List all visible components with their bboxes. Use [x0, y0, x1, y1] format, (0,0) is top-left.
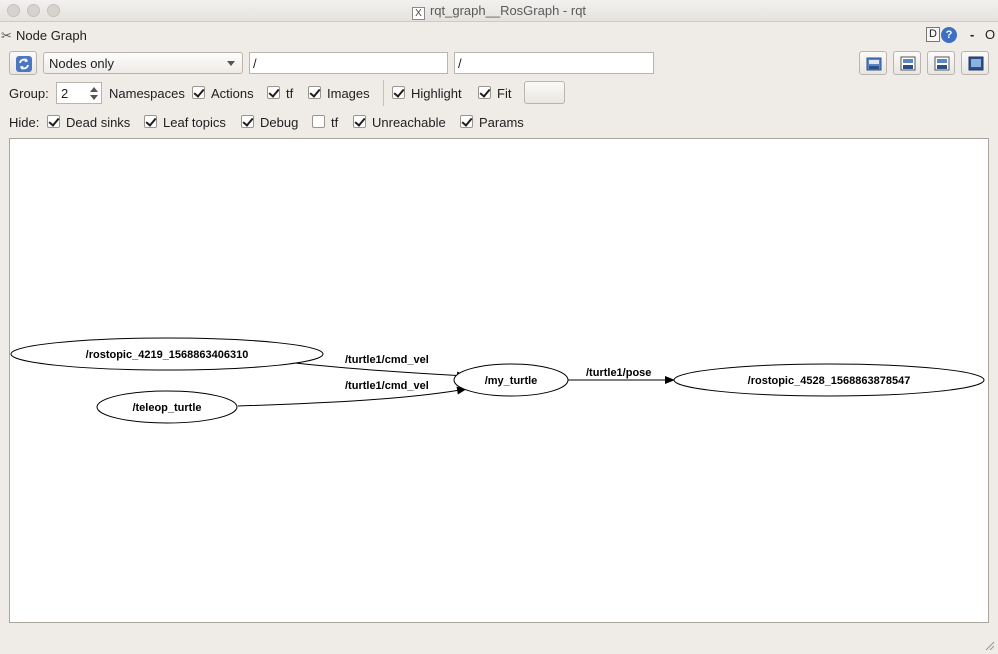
load-dot-button[interactable]: [859, 51, 887, 75]
highlight-label: Highlight: [411, 86, 462, 101]
include-filter-input[interactable]: /: [249, 52, 448, 74]
plugin-header: ✂ Node Graph D ? - O: [0, 25, 998, 45]
fit-checkbox[interactable]: [478, 86, 491, 99]
hide-label: Hide:: [9, 115, 40, 130]
dock-button[interactable]: D: [926, 27, 940, 42]
highlight-checkbox[interactable]: [392, 86, 405, 99]
group-label: Group:: [9, 86, 49, 101]
save-dot-button[interactable]: [893, 51, 921, 75]
namespaces-label: Namespaces: [109, 86, 185, 101]
node-label: /my_turtle: [485, 375, 538, 387]
image-icon: [968, 56, 984, 71]
window-titlebar: Xrqt_graph__RosGraph - rqt: [0, 0, 998, 22]
node-label: /rostopic_4219_1568863406310: [86, 349, 249, 361]
edge-label: /turtle1/pose: [586, 367, 651, 379]
group-spinbox[interactable]: 2: [56, 82, 102, 104]
save-image-button[interactable]: [961, 51, 989, 75]
node-label: /teleop_turtle: [132, 402, 201, 414]
images-checkbox[interactable]: [308, 86, 321, 99]
options-row: Group: Namespaces Actions tf Images High…: [0, 82, 998, 104]
spin-up-icon[interactable]: [90, 87, 98, 92]
actions-label: Actions: [211, 86, 254, 101]
hide-tf-label: tf: [331, 115, 339, 130]
minimize-plugin-button[interactable]: -: [970, 27, 974, 42]
params-label: Params: [479, 115, 524, 130]
exclude-filter-input[interactable]: /: [454, 52, 654, 74]
namespaces-checkbox[interactable]: [192, 86, 205, 99]
node-label: /rostopic_4528_1568863878547: [748, 375, 911, 387]
leaf-topics-checkbox[interactable]: [144, 115, 157, 128]
debug-checkbox[interactable]: [241, 115, 254, 128]
chevron-down-icon: [227, 61, 235, 66]
resize-grip-icon[interactable]: [983, 639, 995, 651]
graph-type-select[interactable]: Nodes only: [43, 52, 243, 74]
unreachable-label: Unreachable: [372, 115, 446, 130]
x11-icon: X: [411, 7, 425, 20]
hide-row: Hide: Dead sinks Leaf topics Debug tf Un…: [0, 111, 998, 133]
folder-icon: [866, 57, 882, 71]
params-checkbox[interactable]: [460, 115, 473, 128]
toolbar-separator: [383, 80, 384, 106]
save-svg-button[interactable]: [927, 51, 955, 75]
unreachable-checkbox[interactable]: [353, 115, 366, 128]
edge-label: /turtle1/cmd_vel: [345, 380, 429, 392]
spin-down-icon[interactable]: [90, 95, 98, 100]
refresh-button[interactable]: [9, 51, 37, 75]
images-label: Images: [327, 86, 370, 101]
edge-label: /turtle1/cmd_vel: [345, 354, 429, 366]
tf-checkbox[interactable]: [267, 86, 280, 99]
refresh-icon: [16, 56, 32, 72]
fit-in-view-button[interactable]: [524, 81, 565, 104]
help-button[interactable]: ?: [941, 27, 957, 43]
close-plugin-button[interactable]: O: [985, 27, 995, 42]
save-dot-icon: [900, 56, 916, 71]
hide-tf-checkbox[interactable]: [312, 115, 325, 128]
window-title: Xrqt_graph__RosGraph - rqt: [0, 3, 998, 20]
dead-sinks-checkbox[interactable]: [47, 115, 60, 128]
graph-svg: /turtle1/cmd_vel /turtle1/cmd_vel /turtl…: [10, 337, 985, 424]
debug-label: Debug: [260, 115, 299, 130]
tf-label: tf: [286, 86, 294, 101]
save-svg-icon: [934, 56, 950, 71]
tools-icon: ✂: [1, 28, 12, 43]
graph-canvas[interactable]: /turtle1/cmd_vel /turtle1/cmd_vel /turtl…: [9, 138, 989, 623]
leaf-topics-label: Leaf topics: [163, 115, 226, 130]
dead-sinks-label: Dead sinks: [66, 115, 131, 130]
plugin-title: Node Graph: [16, 28, 87, 43]
fit-label: Fit: [497, 86, 512, 101]
